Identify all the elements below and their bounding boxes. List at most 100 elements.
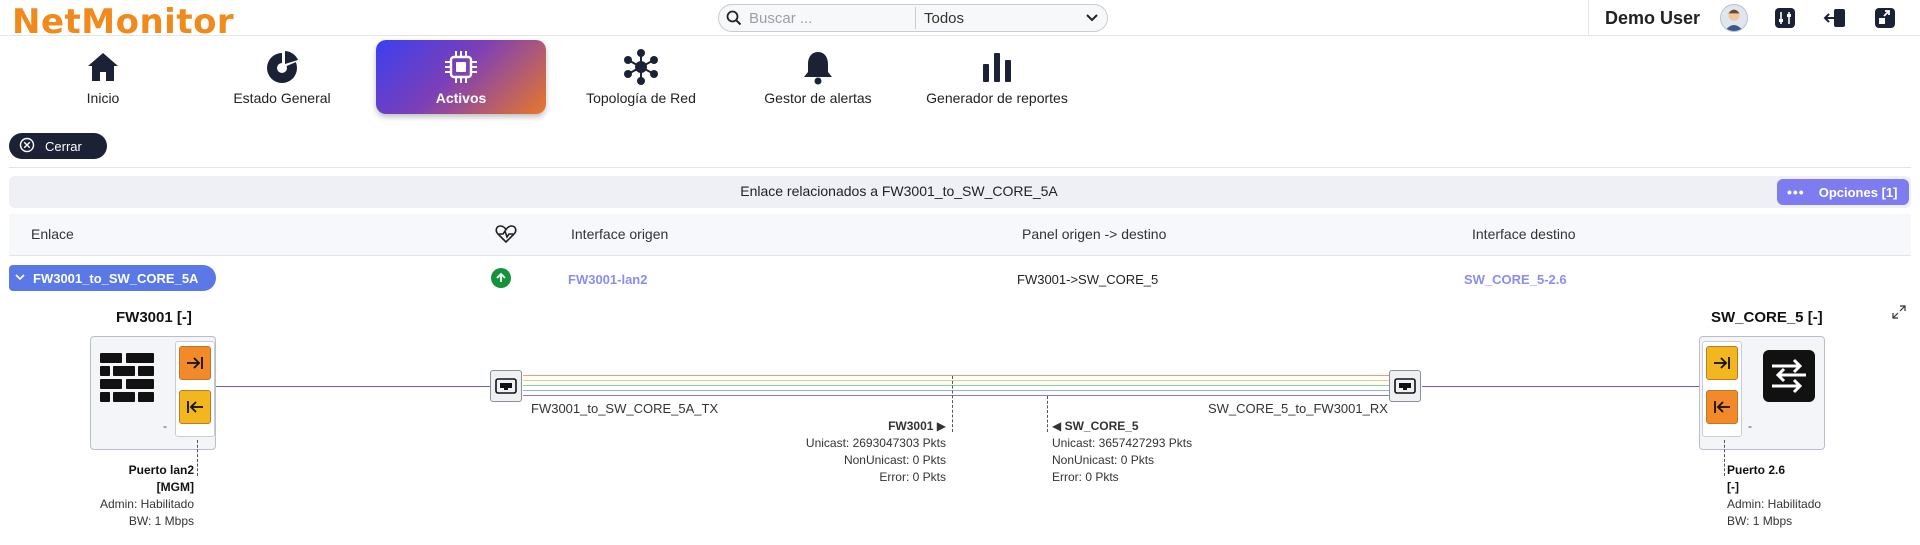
table-header: Enlace Interface origen Panel origen -> … (9, 214, 1911, 256)
status-up-icon (491, 268, 511, 288)
cable-strand-1 (523, 375, 1389, 376)
heart-pulse-icon (495, 225, 517, 246)
link-diagram: FW3001 [-] - Puerto lan2 [MGM] Admin: Ha… (0, 300, 1920, 545)
right-stats-nonunicast: NonUnicast: 0 Pkts (1052, 453, 1155, 467)
right-port-tag: [-] (1727, 480, 1739, 494)
right-stats-title: ◀ SW_CORE_5 (1052, 419, 1139, 433)
nav-item-activos[interactable]: Activos (376, 40, 546, 114)
left-stats-title: FW3001 ▶ (888, 419, 946, 433)
right-stats-unicast: Unicast: 3657427293 Pkts (1052, 436, 1193, 450)
left-cable-stub (216, 386, 490, 387)
right-device-box[interactable]: - (1699, 336, 1825, 450)
panel-title: Enlace relacionados a FW3001_to_SW_CORE_… (740, 183, 1058, 199)
chevron-down-icon (1085, 10, 1099, 27)
interface-destino-link[interactable]: SW_CORE_5-2.6 (1464, 272, 1567, 287)
search-filter-select[interactable]: Todos (916, 10, 1107, 27)
search-icon[interactable] (719, 4, 749, 32)
user-name[interactable]: Demo User (1605, 8, 1700, 29)
column-header-panel: Panel origen -> destino (1022, 226, 1167, 242)
rx-port[interactable] (1706, 346, 1738, 380)
panel-origen-destino: FW3001->SW_CORE_5 (1017, 272, 1159, 287)
left-port-bw: BW: 1 Mbps (128, 514, 194, 528)
nav-label-inicio: Inicio (86, 90, 120, 106)
switch-icon (1762, 349, 1816, 408)
right-port-bw: BW: 1 Mbps (1727, 514, 1793, 528)
right-port-admin: Admin: Habilitado (1727, 497, 1822, 511)
main-nav: Inicio Estado General Activos Topología … (0, 40, 1100, 116)
nav-item-gestor-alertas[interactable]: Gestor de alertas (733, 40, 903, 114)
rx-port[interactable] (179, 390, 211, 424)
tx-port[interactable] (1706, 390, 1738, 424)
table-row: FW3001_to_SW_CORE_5A FW3001-lan2 FW3001-… (9, 262, 1911, 296)
search-input[interactable] (749, 9, 909, 27)
left-stats-error: Error: 0 Pkts (879, 470, 946, 484)
left-device-title: FW3001 [-] (116, 309, 192, 326)
avatar[interactable] (1720, 4, 1749, 32)
pie-chart-icon (264, 48, 300, 86)
link-expand-pill[interactable]: FW3001_to_SW_CORE_5A (9, 265, 216, 291)
expand-icon[interactable] (1892, 305, 1906, 324)
left-stats: FW3001 ▶ Unicast: 2693047303 Pkts NonUni… (756, 418, 946, 486)
bar-chart-icon (980, 48, 1014, 86)
cable-left-label: FW3001_to_SW_CORE_5A_TX (531, 401, 719, 416)
nav-item-inicio[interactable]: Inicio (18, 40, 188, 114)
right-device-title: SW_CORE_5 [-] (1711, 309, 1823, 326)
section-divider (9, 167, 1911, 168)
chip-icon (443, 48, 479, 86)
home-icon (85, 48, 121, 86)
logout-icon[interactable] (1822, 5, 1848, 31)
settings-sliders-icon[interactable] (1772, 5, 1798, 31)
nav-item-generador-reportes[interactable]: Generador de reportes (912, 40, 1082, 114)
right-device-dash: - (1748, 419, 1752, 433)
left-device-box[interactable]: - (90, 336, 216, 450)
panel-header: Enlace relacionados a FW3001_to_SW_CORE_… (9, 176, 1911, 208)
left-port-name: Puerto lan2 (128, 463, 194, 477)
cable-strand-5 (523, 395, 1389, 396)
left-port-leader (197, 440, 198, 476)
search-bar: Todos (718, 4, 1108, 32)
column-header-interface-origen: Interface origen (571, 226, 669, 242)
left-port-info: Puerto lan2 [MGM] Admin: Habilitado BW: … (88, 462, 194, 530)
link-name: FW3001_to_SW_CORE_5A (33, 270, 199, 286)
options-button-label: Opciones [1] (1818, 184, 1898, 200)
cable-strand-4 (523, 390, 1389, 391)
right-stats-error: Error: 0 Pkts (1052, 470, 1119, 484)
column-header-enlace: Enlace (31, 226, 74, 242)
close-button-label: Cerrar (45, 138, 82, 154)
left-port-admin: Admin: Habilitado (99, 497, 194, 511)
window-switch-icon[interactable] (1872, 5, 1898, 31)
left-stats-unicast: Unicast: 2693047303 Pkts (805, 436, 946, 450)
tx-port[interactable] (179, 346, 211, 380)
network-topology-icon (622, 48, 660, 86)
firewall-icon (98, 351, 158, 408)
nav-item-estado-general[interactable]: Estado General (197, 40, 367, 114)
bell-icon (801, 48, 835, 86)
cable-strand-3 (523, 385, 1389, 386)
left-port-tag: [MGM] (156, 480, 194, 494)
column-header-interface-destino: Interface destino (1472, 226, 1576, 242)
nav-item-topologia[interactable]: Topología de Red (556, 40, 726, 114)
more-dots-icon: ••• (1787, 184, 1805, 200)
nav-label-topologia: Topología de Red (586, 90, 696, 106)
chevron-down-icon (15, 273, 25, 284)
right-port-info: Puerto 2.6 [-] Admin: Habilitado BW: 1 M… (1727, 462, 1821, 530)
close-button[interactable]: Cerrar (9, 133, 107, 159)
left-port-panel (175, 341, 215, 437)
right-cable-stub (1422, 386, 1700, 387)
top-bar: NetMonitor Todos Demo User (0, 0, 1920, 42)
search-filter-value: Todos (924, 9, 965, 27)
right-port-leader (1724, 440, 1725, 476)
nav-label-generador-reportes: Generador de reportes (926, 90, 1068, 106)
nav-label-estado-general: Estado General (233, 90, 331, 106)
right-connector-icon[interactable] (1389, 370, 1421, 402)
left-connector-icon[interactable] (490, 370, 522, 402)
left-stats-leader (952, 376, 953, 432)
interface-origen-link[interactable]: FW3001-lan2 (568, 272, 647, 287)
app-logo[interactable]: NetMonitor (12, 2, 234, 42)
cable-strand-2 (523, 380, 1389, 381)
nav-label-gestor-alertas: Gestor de alertas (764, 90, 872, 106)
options-button[interactable]: ••• Opciones [1] (1777, 179, 1909, 205)
cable-right-label: SW_CORE_5_to_FW3001_RX (1208, 401, 1388, 416)
right-stats: ◀ SW_CORE_5 Unicast: 3657427293 Pkts Non… (1052, 418, 1242, 486)
left-device-dash: - (163, 419, 167, 433)
